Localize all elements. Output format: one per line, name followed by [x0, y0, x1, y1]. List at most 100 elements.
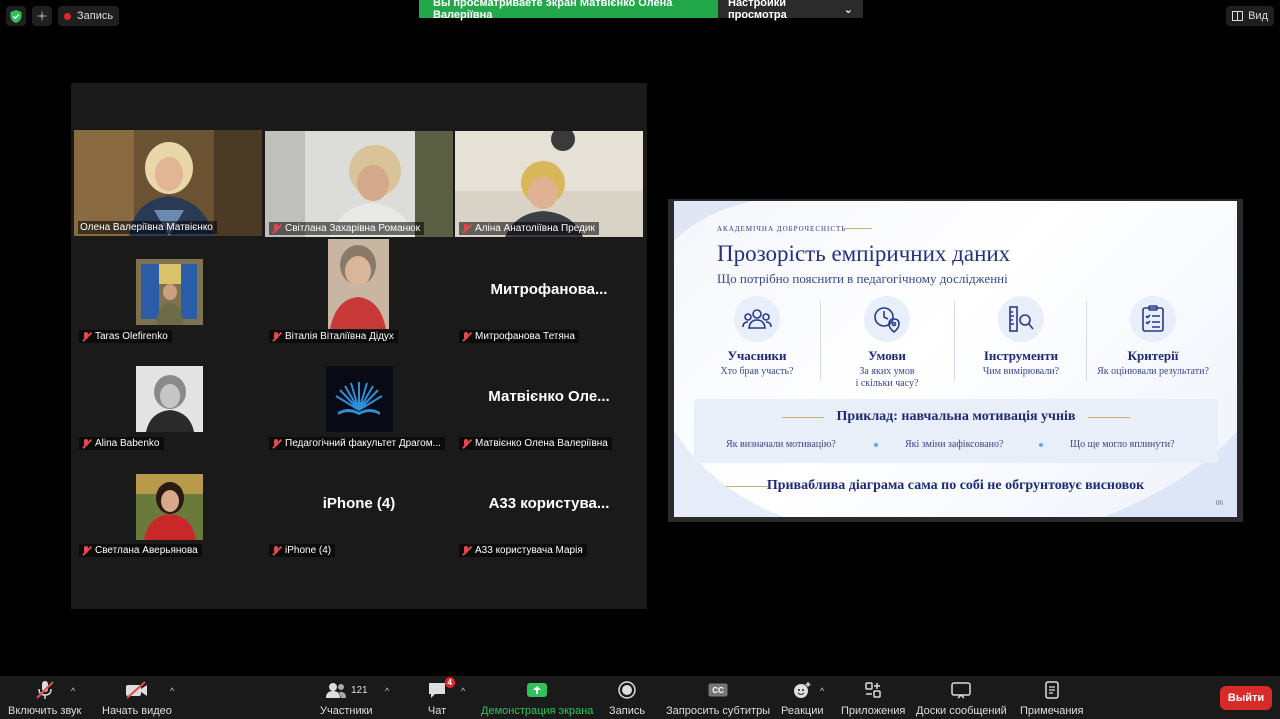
recording-label: Запись	[77, 10, 114, 22]
notes-label: Примечания	[1020, 705, 1084, 717]
security-shield-icon[interactable]	[6, 6, 26, 26]
participants-options-caret[interactable]: ^	[385, 686, 389, 696]
mic-muted-icon	[81, 545, 91, 556]
criterion-question: Чим вимірювали?	[982, 366, 1060, 377]
example-question: Що ще могло вплинути?	[1070, 439, 1175, 450]
recording-indicator[interactable]: Запись	[58, 6, 120, 26]
video-tile[interactable]: Alina Babenko	[75, 346, 263, 452]
mic-muted-icon	[34, 680, 56, 700]
participant-photo	[136, 366, 203, 432]
participants-label: Участники	[320, 705, 373, 717]
participant-display-name: iPhone (4)	[322, 495, 396, 512]
reactions-options-caret[interactable]: ^	[820, 686, 824, 696]
share-screen-button[interactable]: Демонстрация экрана	[481, 680, 593, 717]
example-question: Як визначали мотивацію?	[726, 439, 836, 450]
criterion-question: За яких умов і скільки часу?	[855, 366, 919, 389]
participant-display-name: Митрофанова...	[490, 281, 608, 298]
video-options-caret[interactable]: ^	[170, 686, 174, 696]
top-left-controls: Запись	[6, 6, 120, 26]
mic-muted-icon	[461, 331, 471, 342]
unmute-label: Включить звук	[8, 705, 82, 717]
closed-captions-icon: CC	[708, 680, 728, 700]
chat-label: Чат	[427, 705, 447, 717]
kicker-line	[844, 228, 872, 229]
participant-photo	[328, 239, 389, 329]
svg-text:CC: CC	[712, 686, 724, 695]
chat-unread-badge: 4	[444, 677, 455, 688]
audio-options-caret[interactable]: ^	[71, 686, 75, 696]
participant-name: Педагогічний факультет Драгом...	[269, 437, 445, 450]
example-question: Які зміни зафіксовано?	[905, 439, 1004, 450]
captions-button[interactable]: CC Запросить субтитры	[666, 680, 770, 717]
video-tile[interactable]: Матвієнко Оле... Матвієнко Олена Валерії…	[455, 346, 643, 452]
video-tile[interactable]: Олена Валеріївна Матвієнко	[74, 130, 262, 236]
view-label: Вид	[1248, 10, 1268, 22]
criterion-conditions: Умови За яких умов і скільки часу?	[822, 296, 952, 390]
participant-name: Митрофанова Тетяна	[459, 330, 579, 343]
slide-page-number: 06	[1216, 499, 1223, 507]
shared-screen[interactable]: АКАДЕМІЧНА ДОБРОЧЕСНІСТЬ Прозорість емпі…	[668, 199, 1243, 522]
video-tile[interactable]: Педагогічний факультет Драгом...	[265, 346, 453, 452]
mic-muted-icon	[271, 438, 281, 449]
slide-kicker: АКАДЕМІЧНА ДОБРОЧЕСНІСТЬ	[717, 225, 847, 233]
share-screen-label: Демонстрация экрана	[481, 705, 594, 717]
example-box: Приклад: навчальна мотивація учнів Як ви…	[694, 399, 1218, 463]
mic-muted-icon	[271, 331, 281, 342]
example-title: Приклад: навчальна мотивація учнів	[836, 409, 1076, 424]
criterion-title: Учасники	[727, 348, 787, 363]
video-tile[interactable]: Аліна Анатоліївна Предик	[455, 131, 643, 237]
video-tile[interactable]: А33 користува... А33 користувача Марія	[455, 453, 643, 559]
faculty-logo	[326, 366, 393, 432]
video-tile[interactable]: Митрофанова... Митрофанова Тетяна	[455, 239, 643, 345]
start-video-button[interactable]: Начать видео	[102, 680, 172, 717]
column-divider	[954, 301, 955, 381]
participant-name: Аліна Анатоліївна Предик	[459, 222, 599, 235]
mic-muted-icon	[81, 438, 91, 449]
participant-name: Taras Olefirenko	[79, 330, 172, 343]
notes-button[interactable]: Примечания	[1020, 680, 1084, 717]
chat-button[interactable]: 4 Чат	[427, 677, 455, 717]
participant-name: Светлана Аверьянова	[79, 544, 202, 557]
leave-button[interactable]: Выйти	[1220, 686, 1272, 710]
record-button[interactable]: Запись	[609, 680, 645, 717]
mic-muted-icon	[461, 545, 471, 556]
screen-share-banner: Вы просматриваете экран Матвієнко Олена …	[419, 0, 863, 21]
reactions-button[interactable]: Реакции	[781, 680, 824, 717]
participant-photo	[136, 474, 203, 540]
mic-muted-icon	[81, 331, 91, 342]
people-icon	[734, 296, 780, 342]
view-button[interactable]: Вид	[1226, 6, 1274, 26]
participant-name: Олена Валеріївна Матвієнко	[78, 221, 217, 234]
video-tile[interactable]: Светлана Аверьянова	[75, 453, 263, 559]
participant-name: Світлана Захарівна Романюк	[269, 222, 425, 235]
sparkle-icon[interactable]	[32, 6, 52, 26]
criterion-title: Умови	[868, 348, 906, 363]
view-options-dropdown[interactable]: Настройки просмотра ⌄	[718, 0, 863, 21]
chat-icon: 4	[427, 677, 455, 700]
mic-muted-icon	[461, 438, 471, 449]
chat-options-caret[interactable]: ^	[461, 686, 465, 696]
chevron-down-icon: ⌄	[843, 3, 853, 16]
presentation-slide: АКАДЕМІЧНА ДОБРОЧЕСНІСТЬ Прозорість емпі…	[674, 201, 1237, 517]
share-screen-icon	[526, 680, 548, 700]
video-tile[interactable]: Taras Olefirenko	[75, 239, 263, 345]
column-divider	[1086, 301, 1087, 381]
video-tile[interactable]: Світлана Захарівна Романюк	[265, 131, 453, 237]
record-label: Запись	[609, 705, 646, 717]
participants-count: 121	[350, 684, 368, 696]
mic-muted-icon	[271, 223, 281, 234]
participant-display-name: Матвієнко Оле...	[488, 388, 610, 405]
video-tile[interactable]: iPhone (4) iPhone (4)	[265, 453, 453, 559]
whiteboards-button[interactable]: Доски сообщений	[916, 680, 1007, 717]
participant-name: iPhone (4)	[269, 544, 336, 557]
participants-button[interactable]: 121 Участники	[320, 680, 373, 717]
apps-label: Приложения	[841, 705, 906, 717]
ruler-magnifier-icon	[998, 296, 1044, 342]
apps-button[interactable]: Приложения	[841, 680, 905, 717]
video-off-icon	[125, 680, 149, 700]
video-tile[interactable]: Віталія Віталіївна Дідух	[265, 239, 453, 345]
checklist-icon	[1130, 296, 1176, 342]
clock-pin-icon	[864, 296, 910, 342]
criterion-question: Хто брав участь?	[720, 366, 794, 377]
whiteboards-label: Доски сообщений	[916, 705, 1007, 717]
